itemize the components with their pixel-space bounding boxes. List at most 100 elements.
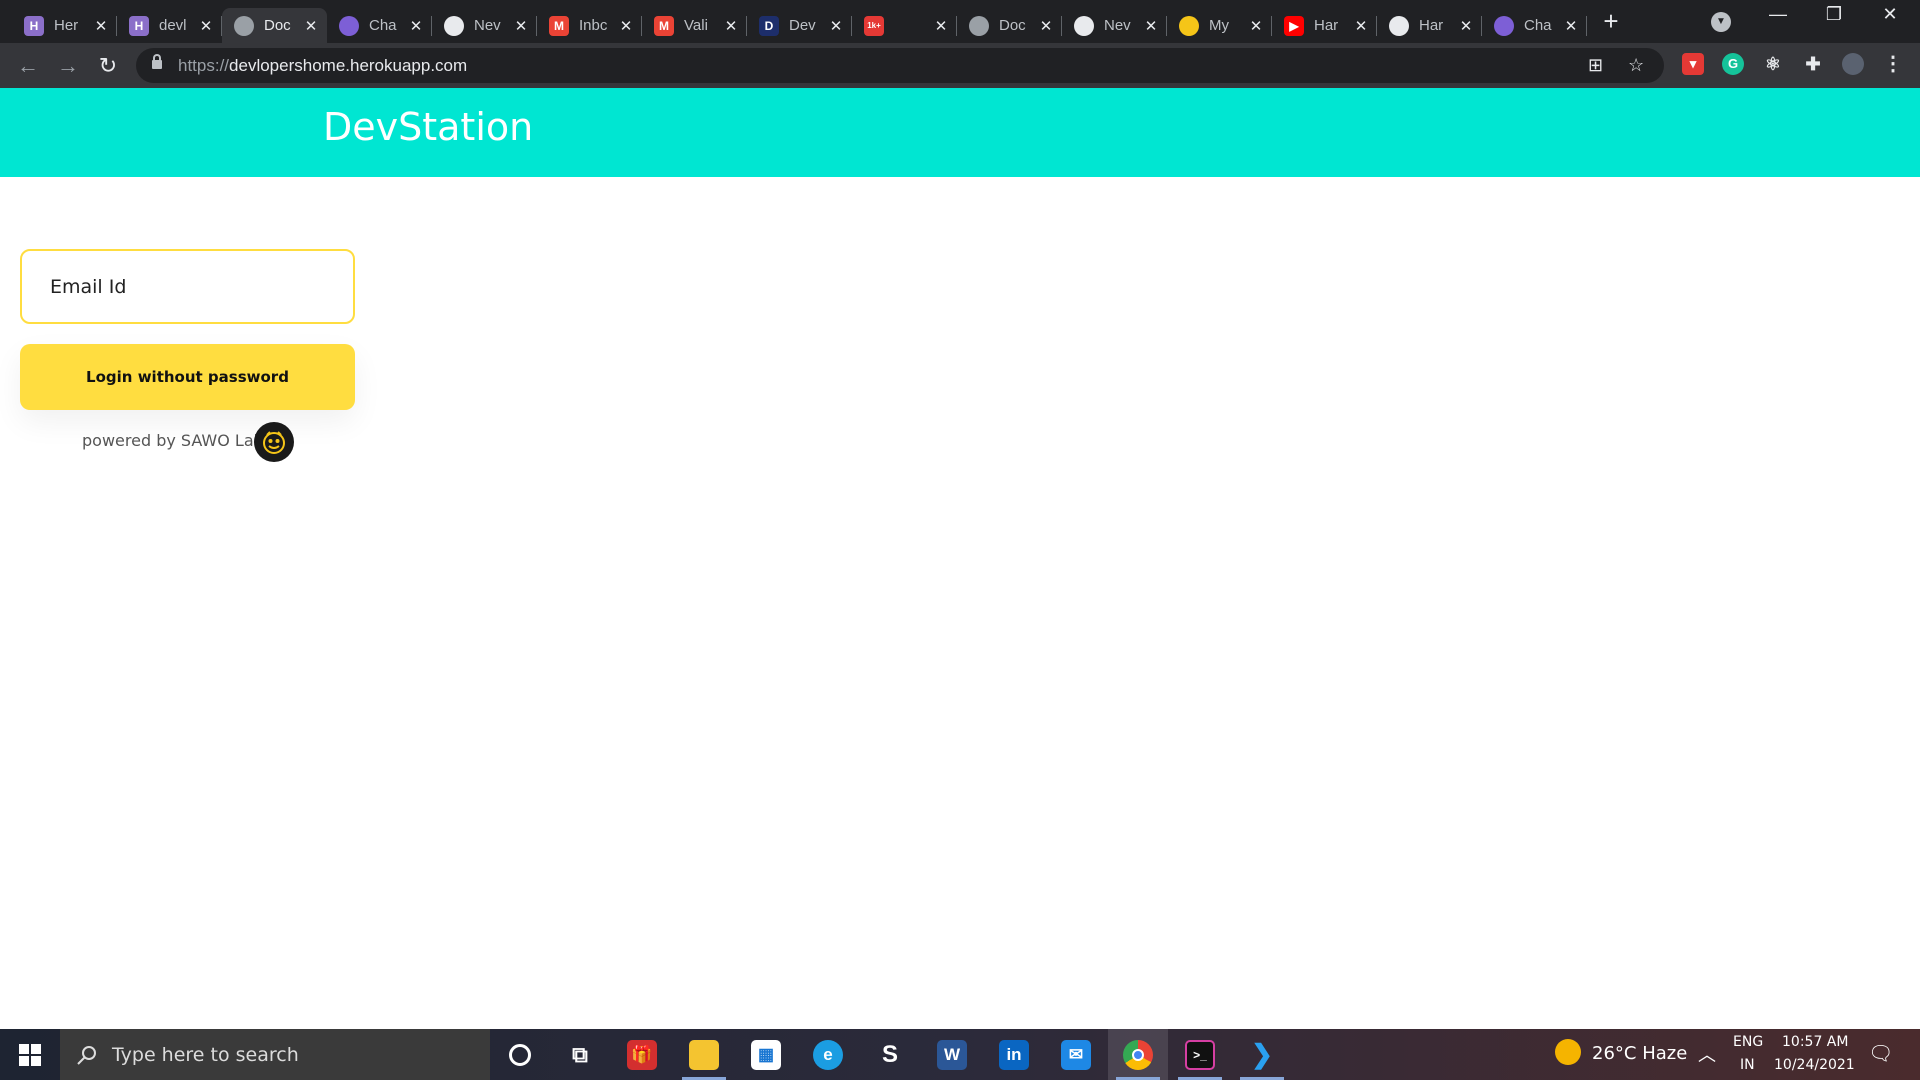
tab-close-icon[interactable]: ✕ [618, 17, 634, 35]
linkedin-icon[interactable]: in [984, 1029, 1044, 1080]
tab-close-icon[interactable]: ✕ [1248, 17, 1264, 35]
browser-tab[interactable]: Nev ✕ [432, 8, 537, 43]
globe-icon [234, 15, 254, 36]
tab-title: Nev [474, 17, 501, 34]
task-view-icon[interactable]: ⧉ [550, 1029, 610, 1080]
tab-title: Cha [369, 17, 397, 34]
browser-tab[interactable]: Doc ✕ [222, 8, 327, 43]
browser-tab[interactable]: 1k+ ✕ [852, 8, 957, 43]
edge-icon[interactable]: e [798, 1029, 858, 1080]
purple-circle-icon [1494, 15, 1514, 36]
tab-search-icon[interactable]: ▼ [1711, 12, 1731, 32]
tab-close-icon[interactable]: ✕ [1458, 17, 1474, 35]
gmail-icon: M [549, 15, 569, 36]
word-icon[interactable]: W [922, 1029, 982, 1080]
browser-tab[interactable]: Cha ✕ [1482, 8, 1587, 43]
tab-close-icon[interactable]: ✕ [93, 17, 109, 35]
browser-tab[interactable]: M Vali ✕ [642, 8, 747, 43]
site-brand[interactable]: DevStation [323, 105, 533, 149]
grammarly-extension-icon[interactable]: G [1722, 53, 1744, 75]
tab-title: Har [1314, 17, 1339, 34]
profile-avatar[interactable] [1842, 53, 1864, 75]
tab-title: devl [159, 17, 187, 34]
heroku-icon: H [24, 15, 44, 36]
notification-center-icon[interactable]: 🗨 [1868, 1041, 1893, 1065]
taskbar-search-box[interactable]: Type here to search [60, 1029, 490, 1080]
cortana-icon[interactable] [490, 1029, 550, 1080]
microsoft-store-icon[interactable]: ▦ [736, 1029, 796, 1080]
browser-tab[interactable]: Har ✕ [1377, 8, 1482, 43]
pocket-extension-icon[interactable]: ▾ [1682, 53, 1704, 75]
browser-tab[interactable]: Cha ✕ [327, 8, 432, 43]
language-bottom[interactable]: IN [1740, 1057, 1755, 1073]
browser-menu-icon[interactable]: ⋮ [1882, 53, 1904, 75]
install-app-icon[interactable]: ⊞ [1588, 55, 1603, 76]
tab-close-icon[interactable]: ✕ [723, 17, 739, 35]
browser-tab[interactable]: D Dev ✕ [747, 8, 852, 43]
browser-tab[interactable]: H Her ✕ [12, 8, 117, 43]
tab-close-icon[interactable]: ✕ [513, 17, 529, 35]
login-without-password-button[interactable]: Login without password [20, 344, 355, 410]
heroku-icon: H [129, 15, 149, 36]
reload-icon[interactable]: ↻ [94, 53, 122, 79]
tab-title: Nev [1104, 17, 1131, 34]
chrome-taskbar-icon[interactable] [1108, 1029, 1168, 1080]
powered-by-text: powered by SAWO Labs [82, 431, 273, 450]
chrome-icon [444, 15, 464, 36]
lock-icon[interactable] [152, 54, 162, 69]
tab-close-icon[interactable]: ✕ [1563, 17, 1579, 35]
tab-title: Inbc [579, 17, 608, 34]
browser-tab[interactable]: My ✕ [1167, 8, 1272, 43]
terminal-icon[interactable]: >_ [1170, 1029, 1230, 1080]
new-tab-icon[interactable]: + [1591, 6, 1631, 37]
tab-title: Doc [999, 17, 1026, 34]
extensions-puzzle-icon[interactable]: ✚ [1802, 53, 1824, 75]
clock-date[interactable]: 10/24/2021 [1774, 1057, 1855, 1073]
browser-tab[interactable]: Hdevl ✕ [117, 8, 222, 43]
file-explorer-icon[interactable] [674, 1029, 734, 1080]
weather-text[interactable]: 26°C Haze [1592, 1043, 1687, 1064]
tab-close-icon[interactable]: ✕ [1143, 17, 1159, 35]
clock-time[interactable]: 10:57 AM [1782, 1034, 1848, 1050]
tray-chevron-icon[interactable]: ︿ [1698, 1041, 1716, 1067]
browser-tab[interactable]: M Inbc ✕ [537, 8, 642, 43]
tab-close-icon[interactable]: ✕ [198, 17, 214, 35]
tab-close-icon[interactable]: ✕ [1353, 17, 1369, 35]
browser-tab[interactable]: Doc ✕ [957, 8, 1062, 43]
gift-app-icon[interactable]: 🎁 [612, 1029, 672, 1080]
url-text[interactable]: https://devlopershome.herokuapp.com [178, 56, 467, 76]
close-window-icon[interactable]: ✕ [1870, 4, 1910, 25]
address-bar[interactable]: https://devlopershome.herokuapp.com ⊞ ☆ [136, 48, 1664, 83]
react-devtools-icon[interactable]: ⚛ [1762, 53, 1784, 75]
purple-circle-icon [339, 15, 359, 36]
skype-icon[interactable]: S [860, 1029, 920, 1080]
sawo-icon [1179, 15, 1199, 36]
weather-icon[interactable] [1555, 1039, 1581, 1065]
back-icon[interactable]: ← [14, 53, 42, 79]
browser-tab[interactable]: ▶ Har ✕ [1272, 8, 1377, 43]
restore-icon[interactable]: ❐ [1814, 4, 1854, 25]
browser-toolbar: ← → ↻ https://devlopershome.herokuapp.co… [0, 43, 1920, 88]
search-placeholder: Type here to search [112, 1043, 299, 1066]
tab-close-icon[interactable]: ✕ [303, 17, 319, 35]
tab-close-icon[interactable]: ✕ [408, 17, 424, 35]
forward-icon[interactable]: → [54, 53, 82, 79]
browser-tab[interactable]: Nev ✕ [1062, 8, 1167, 43]
mail-icon[interactable]: ✉ [1046, 1029, 1106, 1080]
dev-icon: D [759, 15, 779, 36]
tab-close-icon[interactable]: ✕ [828, 17, 844, 35]
tab-close-icon[interactable]: ✕ [1038, 17, 1054, 35]
vscode-icon[interactable]: ❯ [1232, 1029, 1292, 1080]
windows-taskbar: Type here to search ⧉ 🎁 ▦ e S W in ✉ >_ … [0, 1029, 1920, 1080]
email-input[interactable] [20, 249, 355, 324]
tab-title: Doc [264, 17, 291, 34]
windows-start-button[interactable] [0, 1029, 60, 1080]
github-icon [1389, 15, 1409, 36]
globe-icon [969, 15, 989, 36]
browser-tab-strip: H Her ✕ Hdevl ✕ Doc ✕ Cha ✕ Nev ✕ M Inbc ✕ M Vali ✕ D Dev ✕… [0, 0, 1920, 43]
bookmark-star-icon[interactable]: ☆ [1628, 55, 1644, 76]
minimize-icon[interactable]: — [1758, 4, 1798, 25]
tab-close-icon[interactable]: ✕ [933, 17, 949, 35]
tab-title: Cha [1524, 17, 1552, 34]
language-top[interactable]: ENG [1733, 1034, 1763, 1050]
